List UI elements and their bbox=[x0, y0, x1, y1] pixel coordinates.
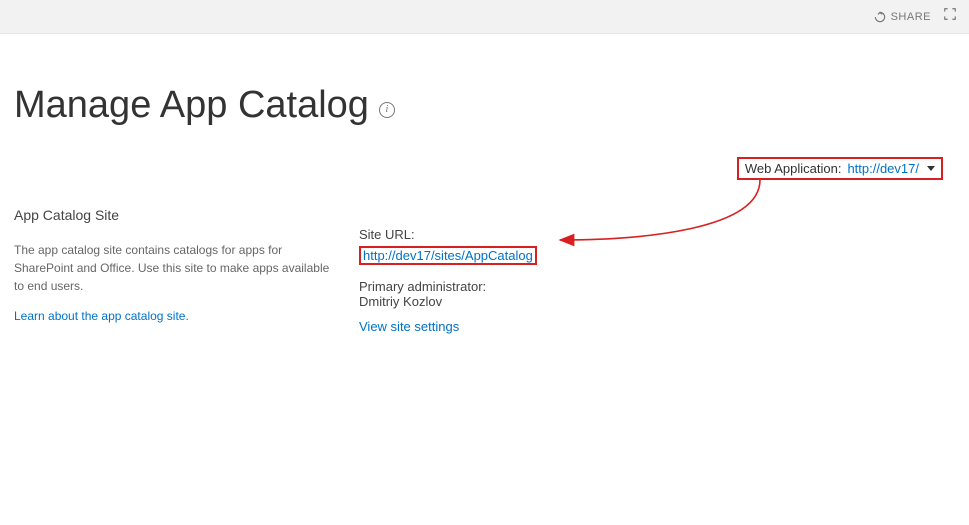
fullscreen-button[interactable] bbox=[943, 7, 957, 26]
right-column: Site URL: http://dev17/sites/AppCatalog … bbox=[359, 207, 969, 334]
share-icon bbox=[873, 10, 887, 24]
primary-admin-value: Dmitriy Kozlov bbox=[359, 294, 969, 309]
share-button[interactable]: SHARE bbox=[873, 10, 931, 24]
site-url-label: Site URL: bbox=[359, 227, 969, 242]
web-application-value[interactable]: http://dev17/ bbox=[847, 161, 919, 176]
chevron-down-icon[interactable] bbox=[927, 166, 935, 171]
page-title-row: Manage App Catalog i bbox=[0, 34, 969, 127]
site-url-link[interactable]: http://dev17/sites/AppCatalog bbox=[359, 246, 537, 265]
focus-icon bbox=[943, 7, 957, 21]
page-title: Manage App Catalog bbox=[14, 84, 369, 127]
section-heading: App Catalog Site bbox=[14, 207, 333, 223]
left-column: App Catalog Site The app catalog site co… bbox=[14, 207, 359, 334]
section-description: The app catalog site contains catalogs f… bbox=[14, 241, 333, 295]
top-ribbon: SHARE bbox=[0, 0, 969, 34]
web-application-label: Web Application: bbox=[745, 161, 842, 176]
learn-more-link[interactable]: Learn about the app catalog site. bbox=[14, 309, 333, 323]
view-site-settings-link[interactable]: View site settings bbox=[359, 319, 969, 334]
share-label: SHARE bbox=[891, 11, 931, 23]
primary-admin-label: Primary administrator: bbox=[359, 279, 969, 294]
web-application-selector: Web Application: http://dev17/ bbox=[737, 157, 943, 180]
info-icon[interactable]: i bbox=[379, 102, 395, 118]
